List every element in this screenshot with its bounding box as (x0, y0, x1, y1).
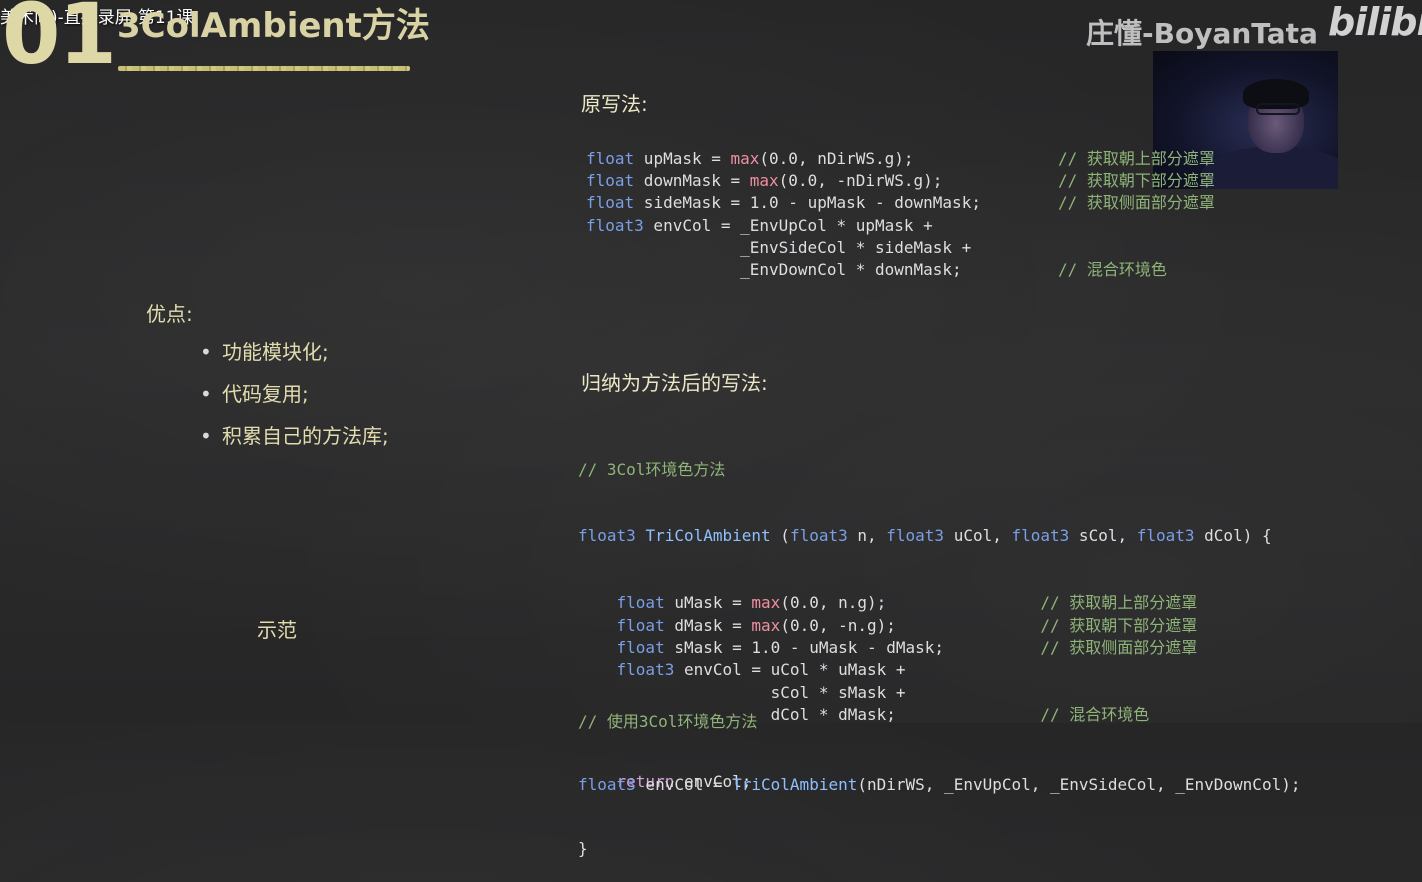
code-text: (0.0, nDirWS.g); (759, 149, 914, 168)
code-line: _EnvDownCol * downMask; // 混合环境色 (586, 259, 1215, 281)
section-method-heading: 归纳为方法后的写法: (581, 371, 768, 395)
code-text: sCol, (1069, 526, 1137, 546)
code-line: float uMask = max(0.0, n.g); // 获取朝上部分遮罩 (578, 592, 1272, 614)
code-text: sMask = 1.0 - uMask - dMask; (664, 637, 945, 657)
code-text: (0.0, -n.g); (780, 615, 896, 635)
code-usage: // 使用3Col环境色方法 float3 envCol = TriColAmb… (578, 669, 1300, 816)
code-text: sideMask = 1.0 - upMask - downMask; (634, 193, 981, 213)
pros-list: • 功能模块化; • 代码复用; • 积累自己的方法库; (200, 338, 389, 464)
heading-underline (118, 66, 410, 71)
code-builtin: max (751, 615, 781, 635)
pros-item: • 代码复用; (200, 380, 389, 422)
code-text: downMask = (634, 171, 750, 191)
code-comment: // 获取朝下部分遮罩 (1040, 615, 1198, 635)
code-keyword: float3 (578, 775, 636, 794)
code-function-name: TriColAmbient (732, 775, 858, 794)
code-keyword: float3 (586, 215, 644, 235)
code-text: uMask = (664, 593, 752, 613)
demo-label: 示范 (257, 618, 297, 642)
code-text: _EnvDownCol * downMask; (586, 260, 962, 280)
code-line: float upMask = max(0.0, nDirWS.g); // 获取… (586, 148, 1215, 170)
code-text: n, (847, 526, 887, 546)
code-line: float sideMask = 1.0 - upMask - downMask… (586, 192, 1215, 214)
code-usage-line: float3 envCol = TriColAmbient(nDirWS, _E… (578, 774, 1300, 795)
code-line: float downMask = max(0.0, -nDirWS.g); //… (586, 170, 1215, 192)
code-text: uCol, (944, 526, 1012, 546)
bullet-icon: • (200, 424, 212, 448)
author-name: 庄懂-BoyanTata (1086, 17, 1318, 50)
code-keyword: float3 (578, 526, 636, 546)
code-keyword: float (586, 171, 635, 191)
bilibili-logo: bilibili (1328, 0, 1422, 44)
bullet-icon: • (200, 340, 212, 364)
pros-item-text: 积累自己的方法库; (222, 424, 389, 448)
code-text: envCol = (635, 775, 733, 794)
code-line: _EnvSideCol * sideMask + (586, 237, 1215, 259)
code-text: (0.0, n.g); (780, 593, 887, 613)
code-keyword: float (616, 637, 665, 657)
code-line: float3 envCol = _EnvUpCol * upMask + (586, 215, 1215, 237)
code-keyword: float (616, 593, 665, 613)
presenter-glasses (1256, 103, 1300, 115)
code-line: float dMask = max(0.0, -n.g); // 获取朝下部分遮… (578, 615, 1272, 637)
code-comment: // 获取朝上部分遮罩 (1040, 593, 1198, 613)
code-comment: // 混合环境色 (1058, 260, 1167, 280)
code-text: (0.0, -nDirWS.g); (778, 171, 943, 191)
code-comment: // 获取侧面部分遮罩 (1058, 193, 1215, 213)
code-keyword: float (586, 149, 635, 168)
code-signature: float3 TriColAmbient (float3 n, float3 u… (578, 525, 1272, 547)
code-comment: // 获取朝下部分遮罩 (1058, 171, 1215, 191)
code-close-brace: } (578, 838, 588, 858)
code-comment: // 3Col环境色方法 (578, 459, 726, 479)
code-function-name: TriColAmbient (645, 526, 771, 546)
code-original: float upMask = max(0.0, nDirWS.g); // 获取… (586, 148, 1215, 281)
code-text: upMask = (634, 149, 731, 168)
code-builtin: max (751, 593, 781, 613)
code-keyword: float3 (1136, 526, 1195, 546)
code-keyword: float3 (1011, 526, 1070, 546)
code-line: float sMask = 1.0 - uMask - dMask; // 获取… (578, 637, 1272, 659)
code-text: _EnvSideCol * sideMask + (586, 237, 972, 257)
code-keyword: float3 (789, 526, 848, 546)
code-text: (nDirWS, _EnvUpCol, _EnvSideCol, _EnvDow… (857, 775, 1301, 794)
pros-item: • 积累自己的方法库; (200, 422, 389, 464)
code-builtin: max (749, 171, 779, 191)
code-text: envCol = _EnvUpCol * upMask + (643, 215, 933, 235)
code-comment: // 获取朝上部分遮罩 (1058, 149, 1215, 168)
code-text: ( (770, 526, 790, 546)
code-text: dMask = (664, 615, 752, 635)
pros-item-text: 代码复用; (222, 382, 309, 406)
pros-title: 优点: (146, 302, 193, 326)
pros-item-text: 功能模块化; (222, 340, 329, 364)
code-keyword: float (586, 193, 635, 213)
code-builtin: max (730, 149, 760, 168)
code-comment: // 获取侧面部分遮罩 (1040, 637, 1198, 657)
code-comment: // 使用3Col环境色方法 (578, 712, 758, 731)
code-keyword: float (616, 615, 665, 635)
code-keyword: float3 (886, 526, 945, 546)
slide-heading: 3ColAmbient方法 (117, 6, 430, 46)
code-text: dCol) { (1194, 526, 1272, 546)
slide-number: 01 (2, 0, 117, 83)
bullet-icon: • (200, 382, 212, 406)
section-original-heading: 原写法: (581, 92, 648, 116)
pros-item: • 功能模块化; (200, 338, 389, 380)
